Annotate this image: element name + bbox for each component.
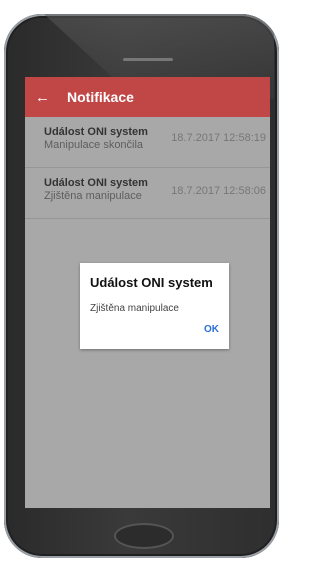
notification-title: Událost ONI system (44, 177, 148, 189)
notification-timestamp: 18.7.2017 12:58:06 (171, 185, 266, 197)
notification-timestamp: 18.7.2017 12:58:19 (171, 132, 266, 144)
speaker-grille (123, 58, 173, 61)
notification-title: Událost ONI system (44, 126, 148, 138)
app-bar: ← Notifikace (25, 77, 270, 117)
notification-row[interactable]: Událost ONI system Manipulace skončila 1… (25, 117, 270, 168)
alert-dialog: Událost ONI system Zjištěna manipulace O… (80, 263, 229, 349)
back-arrow-icon[interactable]: ← (35, 90, 51, 105)
phone-screen: ← Notifikace Událost ONI system Manipula… (25, 77, 270, 508)
dialog-message: Zjištěna manipulace (90, 303, 179, 314)
ok-button[interactable]: OK (204, 324, 219, 335)
home-button[interactable] (114, 523, 174, 549)
dialog-title: Událost ONI system (90, 275, 213, 290)
notification-row[interactable]: Událost ONI system Zjištěna manipulace 1… (25, 168, 270, 219)
notification-message: Zjištěna manipulace (44, 190, 142, 202)
notification-message: Manipulace skončila (44, 139, 144, 151)
page-title: Notifikace (67, 89, 134, 105)
phone-frame: ← Notifikace Událost ONI system Manipula… (4, 14, 279, 558)
